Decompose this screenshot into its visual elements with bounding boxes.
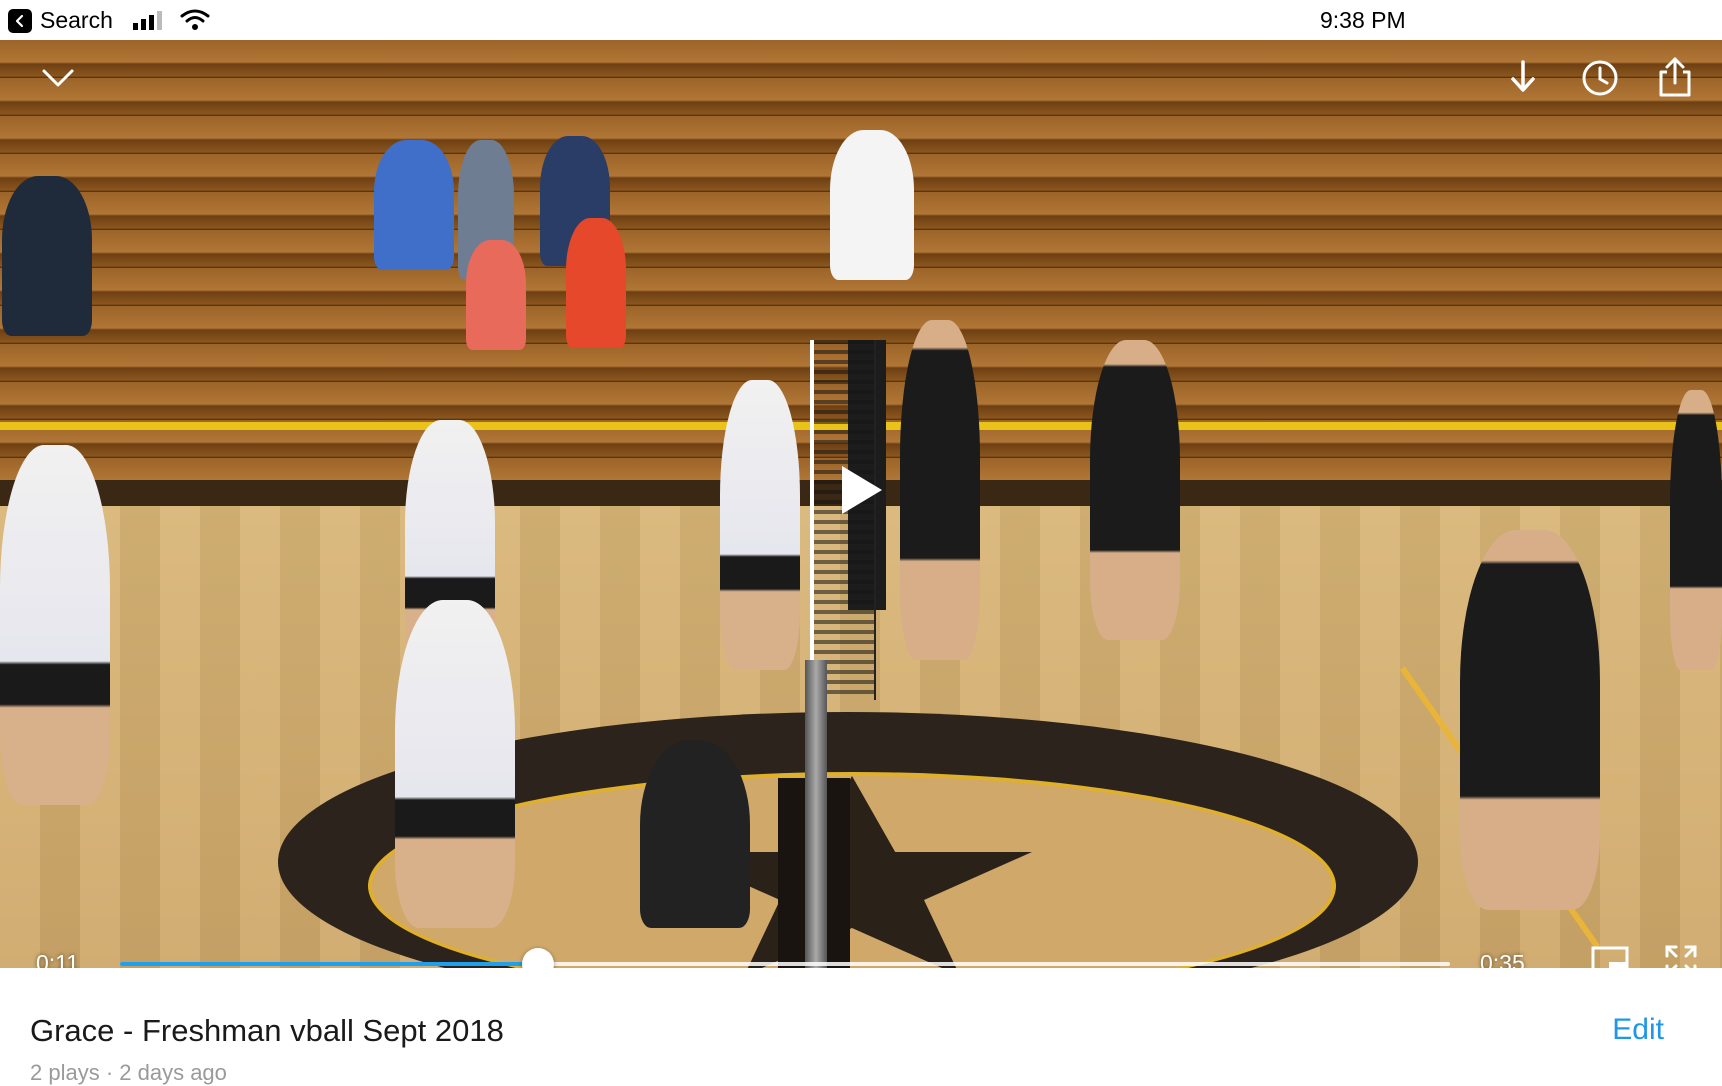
clock-icon[interactable] [1580, 58, 1620, 98]
video-meta: 2 plays · 2 days ago [30, 1060, 227, 1085]
video-title: Grace - Freshman vball Sept 2018 [30, 1013, 504, 1048]
fullscreen-icon[interactable] [1662, 942, 1700, 968]
net-pole [805, 660, 827, 968]
play-icon [842, 466, 882, 514]
status-bar: Search 9:38 PM [0, 0, 1722, 40]
progress-bar[interactable] [120, 948, 1450, 968]
player [1090, 340, 1180, 640]
cellular-signal-icon [133, 10, 167, 30]
current-time: 0:11 [36, 950, 80, 968]
back-to-search-link[interactable]: Search [40, 7, 113, 34]
spectator [466, 240, 526, 350]
spectator [566, 218, 626, 348]
referee [830, 130, 914, 280]
play-button[interactable] [790, 440, 930, 540]
player [395, 600, 515, 928]
picture-in-picture-icon[interactable] [1590, 944, 1630, 968]
player [720, 380, 800, 670]
player [0, 445, 110, 805]
back-arrow-icon[interactable] [8, 9, 32, 33]
player [1670, 390, 1722, 670]
download-icon[interactable] [1505, 56, 1541, 100]
chevron-down-icon[interactable] [38, 60, 78, 96]
progress-fill [120, 962, 538, 966]
player [1460, 530, 1600, 910]
video-info: Grace - Freshman vball Sept 2018 Edit 2 … [0, 968, 1722, 1085]
status-time: 9:38 PM [1320, 7, 1406, 33]
coach [640, 740, 750, 928]
spectator [374, 140, 454, 270]
duration: 0:35 [1480, 950, 1525, 968]
edit-button[interactable]: Edit [1612, 1013, 1664, 1047]
video-player[interactable]: 0:11 0:35 [0, 40, 1722, 968]
spectator [2, 176, 92, 336]
wifi-icon [180, 8, 210, 32]
share-icon[interactable] [1655, 54, 1695, 100]
